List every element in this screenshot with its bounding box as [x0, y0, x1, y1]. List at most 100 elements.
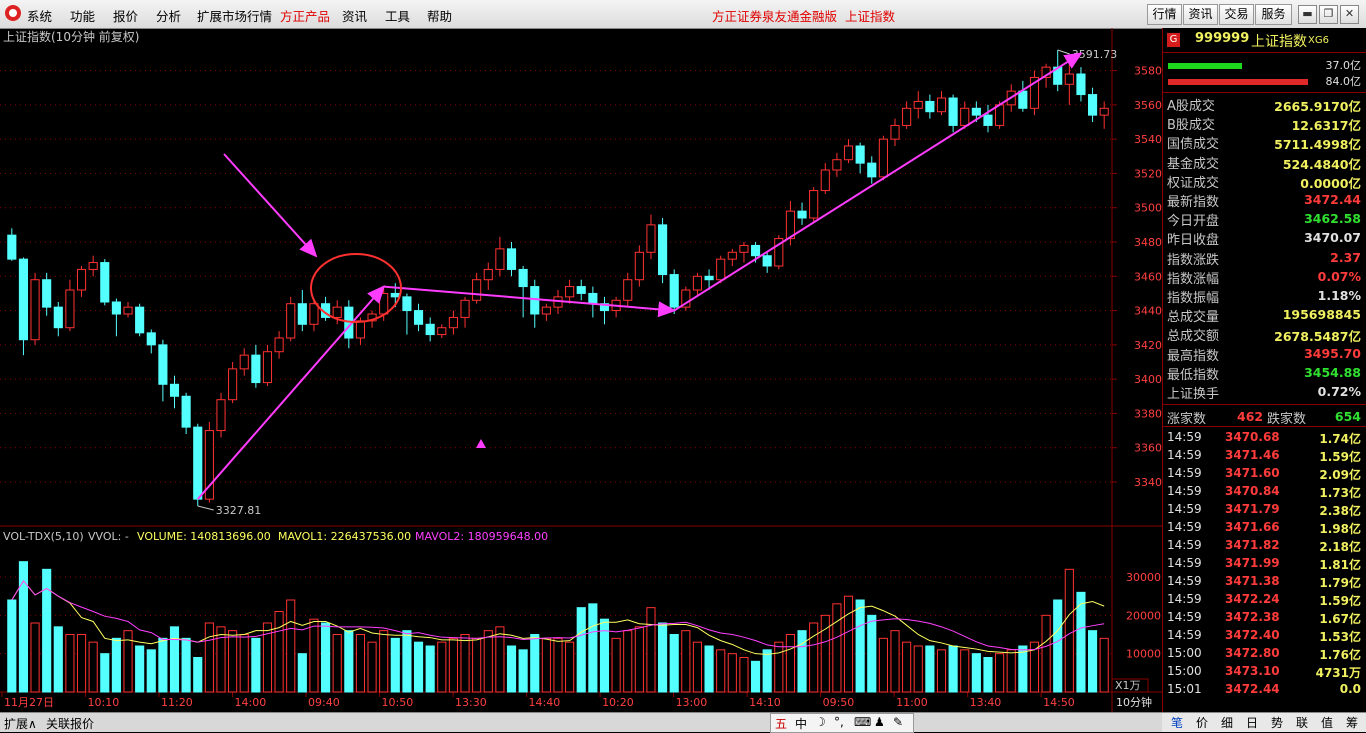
period-label[interactable]: 10分钟 [1116, 695, 1152, 709]
candle-body [948, 97, 958, 126]
kline-chart[interactable]: 上证指数(10分钟 前复权) 3580356035403520350034803… [0, 28, 1162, 712]
stat-value: 3495.70 [1304, 345, 1361, 361]
menu-quote[interactable]: 报价 [113, 6, 138, 25]
minimize-icon[interactable]: ▬ [1298, 5, 1317, 24]
tab-related[interactable]: 联 [1291, 714, 1313, 730]
vol-unit: X1万 [1115, 679, 1141, 692]
tab-trend[interactable]: 势 [1266, 714, 1288, 730]
menu-ext-market[interactable]: 扩展市场行情 [197, 6, 272, 25]
volume-bar [193, 657, 203, 693]
candle-body [111, 301, 121, 315]
tab-price[interactable]: 价 [1191, 714, 1213, 730]
tab-daily[interactable]: 日 [1241, 714, 1263, 730]
candle-body [42, 279, 52, 308]
candle-body [146, 332, 156, 346]
volume-bar [530, 634, 540, 693]
candle-body [983, 114, 993, 126]
menu-products[interactable]: 方正产品 [280, 6, 330, 25]
candle-body [390, 292, 400, 298]
stat-label: 权证成交 [1167, 175, 1220, 191]
volume-bar [762, 649, 772, 693]
menu-system[interactable]: 系统 [27, 6, 52, 25]
tab-ticks[interactable]: 笔 [1166, 714, 1188, 730]
buy-volume-label: 37.0亿 [1325, 59, 1362, 72]
candle-body [135, 306, 145, 334]
volume-bar [832, 603, 842, 693]
tab-service[interactable]: 服务 [1255, 4, 1292, 25]
menu-function[interactable]: 功能 [70, 6, 95, 25]
candle-body [309, 303, 319, 325]
volume-bar [169, 626, 180, 693]
volume-bar [332, 634, 342, 693]
tab-detail[interactable]: 细 [1216, 714, 1238, 730]
sell-volume-label: 84.0亿 [1325, 75, 1362, 88]
volume-bar [286, 599, 296, 693]
stat-value: 0.0000亿 [1300, 175, 1361, 191]
ime-toolbar[interactable]: 五 中 ☽ °, ⌨ ♟ ✎ [770, 713, 914, 733]
y-tick-label: 3460 [1134, 270, 1162, 283]
y-tick-label: 3360 [1134, 442, 1162, 455]
y-tick-label: 3380 [1134, 407, 1162, 420]
candle-body [878, 138, 888, 178]
stat-label: 最新指数 [1167, 195, 1220, 210]
candle-body [216, 399, 226, 432]
tab-market[interactable]: 行情 [1147, 4, 1182, 25]
volume-bar [135, 645, 145, 693]
tab-value[interactable]: 值 [1316, 714, 1338, 730]
candle-body [506, 248, 517, 270]
candle-body [576, 286, 586, 294]
sell-volume-bar [1168, 79, 1308, 85]
up-count-label: 涨家数 [1167, 412, 1207, 427]
stat-label: 昨日收盘 [1167, 233, 1220, 249]
menu-help[interactable]: 帮助 [427, 6, 452, 25]
tick-time: 14:59 [1167, 610, 1202, 624]
candle-body [809, 190, 819, 219]
close-icon[interactable]: ✕ [1340, 5, 1359, 24]
volume-bar [402, 630, 412, 693]
tab-chips[interactable]: 筹 [1341, 714, 1363, 730]
tick-time: 14:59 [1167, 556, 1202, 570]
volume-bar [100, 653, 110, 693]
candle-body [100, 262, 110, 303]
volume-bar [1099, 637, 1109, 693]
stat-label: 最低指数 [1167, 367, 1220, 383]
tab-news[interactable]: 资讯 [1183, 4, 1218, 25]
stock-suffix: XG6 [1308, 35, 1329, 46]
volume-bar [541, 637, 551, 693]
volume-bar [669, 634, 679, 693]
expand-button[interactable]: 扩展∧ [4, 715, 37, 732]
stock-code: 999999 [1195, 31, 1250, 46]
x-tick-label: 10:20 [602, 696, 634, 709]
tick-time: 14:59 [1167, 592, 1202, 606]
tick-row: 14:59 3472.38 1.67亿 [1163, 608, 1366, 626]
volume-bar [297, 653, 307, 693]
menu-news[interactable]: 资讯 [342, 6, 367, 25]
stat-label: 总成交额 [1167, 329, 1220, 345]
triangle-marker-icon [476, 439, 486, 448]
candle-body [251, 354, 261, 384]
punctuation-icon: °, [834, 715, 844, 729]
candle-body [286, 303, 296, 339]
tab-trade[interactable]: 交易 [1219, 4, 1254, 25]
menu-analysis[interactable]: 分析 [156, 6, 181, 25]
menu-tools[interactable]: 工具 [385, 6, 410, 25]
related-quotes-button[interactable]: 关联报价 [46, 715, 94, 732]
restore-icon[interactable]: ❐ [1319, 5, 1338, 24]
stat-label: 指数涨幅 [1167, 271, 1220, 287]
volume-bar [413, 641, 424, 693]
high-pointer [1057, 49, 1070, 55]
tick-volume: 2.18亿 [1319, 540, 1361, 554]
volume-bar [1088, 630, 1098, 693]
tick-volume: 1.59亿 [1319, 594, 1361, 608]
volume-bar [750, 660, 761, 693]
tick-volume: 1.76亿 [1319, 648, 1361, 662]
menu-bar: 系统 功能 报价 分析 扩展市场行情 方正产品 资讯 工具 帮助 方正证券泉友通… [0, 0, 1366, 29]
vol-indicator-name: VOL-TDX(5,10) [3, 530, 84, 543]
vol-tick-label: 10000 [1126, 648, 1161, 661]
candle-body [379, 292, 389, 315]
stat-value: 0.07% [1317, 268, 1361, 284]
stat-label: 上证换手 [1167, 387, 1220, 402]
volume-bar [1064, 568, 1074, 693]
tick-price: 3471.38 [1225, 574, 1280, 588]
volume-bar [576, 607, 586, 693]
